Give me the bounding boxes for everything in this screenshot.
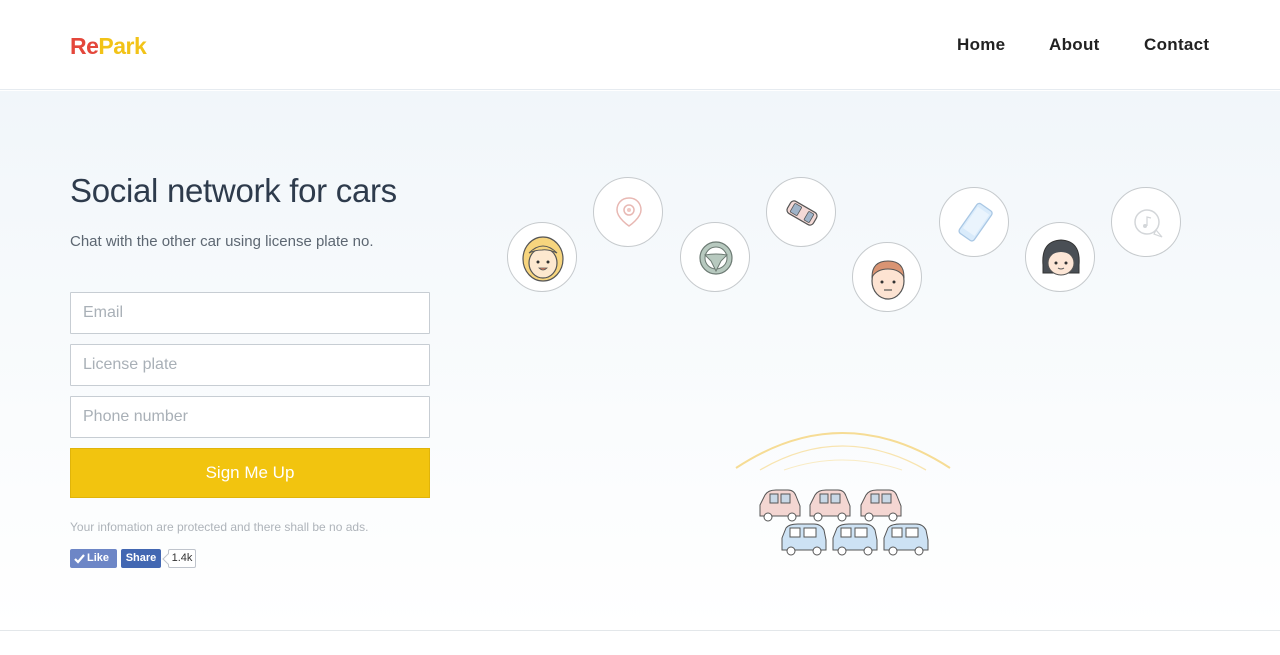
site-header: RePark Home About Contact (0, 0, 1280, 90)
pink-car-icon (860, 489, 902, 522)
footer-divider (0, 630, 1280, 631)
blue-car-icon (883, 523, 929, 556)
blue-car-icon (832, 523, 878, 556)
logo-part-park: Park (98, 33, 147, 59)
pink-car-icon (809, 489, 851, 522)
phone-number-input[interactable] (70, 396, 430, 438)
nav-contact[interactable]: Contact (1144, 35, 1209, 55)
car-icon (766, 177, 836, 247)
woman-avatar-icon (507, 222, 577, 292)
chat-music-icon (1111, 187, 1181, 257)
phone-icon (939, 187, 1009, 257)
email-input[interactable] (70, 292, 430, 334)
facebook-share-button[interactable]: Share (121, 549, 161, 568)
checkmark-icon (74, 554, 85, 564)
pink-car-icon (759, 489, 801, 522)
page-title: Social network for cars (70, 172, 397, 209)
blue-car-icon (781, 523, 827, 556)
share-count-badge: 1.4k (168, 549, 196, 568)
girl-avatar-icon (1025, 222, 1095, 292)
page-subtitle: Chat with the other car using license pl… (70, 233, 374, 250)
repark-logo[interactable]: RePark (70, 33, 147, 60)
facebook-like-button[interactable]: Like (70, 549, 117, 568)
share-count: 1.4k (171, 552, 193, 564)
nav-home[interactable]: Home (957, 35, 1005, 55)
privacy-note: Your infomation are protected and there … (70, 520, 369, 534)
license-plate-input[interactable] (70, 344, 430, 386)
logo-part-re: Re (70, 33, 99, 59)
cars-signal-illustration (735, 432, 951, 556)
steering-wheel-icon (680, 222, 750, 292)
sign-up-button[interactable]: Sign Me Up (70, 448, 430, 498)
location-pin-icon (593, 177, 663, 247)
nav-about[interactable]: About (1049, 35, 1100, 55)
share-label: Share (125, 552, 157, 564)
man-avatar-icon (852, 242, 922, 312)
like-label: Like (87, 552, 110, 564)
